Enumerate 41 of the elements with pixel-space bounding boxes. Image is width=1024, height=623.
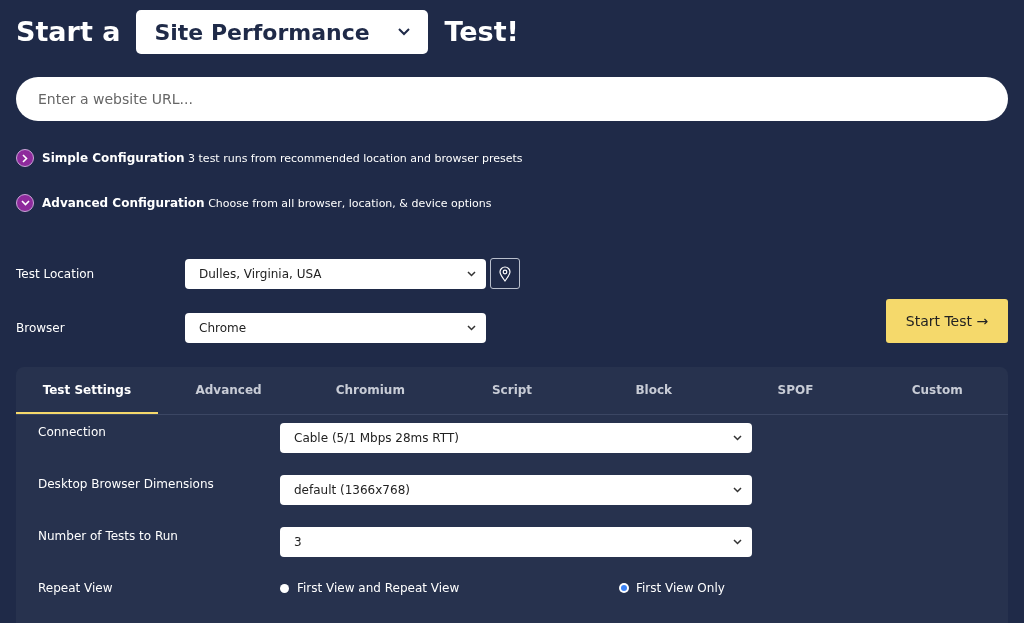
settings-tab[interactable]: Test Settings bbox=[16, 367, 158, 414]
start-test-button[interactable]: Start Test → bbox=[886, 299, 1008, 343]
setting-dropdown[interactable]: 3 bbox=[280, 527, 752, 557]
settings-tab[interactable]: Custom bbox=[866, 367, 1009, 414]
expand-toggle-button[interactable] bbox=[16, 149, 34, 168]
location-dropdown[interactable]: Dulles, Virginia, USA bbox=[185, 258, 486, 289]
setting-dropdown[interactable]: default (1366x768) bbox=[280, 475, 752, 505]
setting-dropdown[interactable]: Cable (5/1 Mbps 28ms RTT) bbox=[280, 423, 752, 453]
test-type-dropdown[interactable]: Site Performance bbox=[136, 10, 429, 54]
chevron-down-icon bbox=[733, 539, 742, 545]
heading-text: Test! bbox=[444, 14, 519, 49]
chevron-down-icon bbox=[467, 270, 476, 277]
chevron-down-icon bbox=[733, 487, 742, 493]
setting-label: Repeat View bbox=[37, 580, 114, 597]
radio-button[interactable] bbox=[280, 583, 289, 593]
url-input-field[interactable]: Enter a website URL... bbox=[16, 77, 1008, 121]
settings-tab[interactable]: Block bbox=[582, 367, 725, 414]
browser-dropdown[interactable]: Chrome bbox=[185, 313, 486, 343]
radio-label: First View Only bbox=[636, 580, 725, 597]
setting-label: Connection bbox=[37, 424, 107, 441]
field-label: Browser bbox=[16, 320, 66, 337]
settings-tab[interactable]: Chromium bbox=[299, 367, 442, 414]
field-label: Test Location bbox=[16, 265, 96, 283]
configuration-option-text: Simple Configuration 3 test runs from recommended location and browser presets bbox=[42, 150, 523, 167]
chevron-right-icon bbox=[22, 153, 28, 163]
chevron-down-icon bbox=[733, 435, 742, 441]
settings-tab[interactable]: Advanced bbox=[157, 367, 300, 414]
chevron-down-icon bbox=[467, 325, 476, 331]
location-map-button[interactable] bbox=[490, 258, 520, 289]
setting-label: Desktop Browser Dimensions bbox=[37, 476, 215, 493]
expand-toggle-button[interactable] bbox=[16, 193, 34, 212]
heading-text: Start a bbox=[16, 14, 121, 49]
chevron-down-icon bbox=[20, 199, 30, 206]
settings-tab[interactable]: SPOF bbox=[724, 367, 867, 414]
radio-button[interactable] bbox=[621, 585, 627, 591]
setting-label: Number of Tests to Run bbox=[37, 528, 179, 545]
radio-label: First View and Repeat View bbox=[297, 580, 460, 597]
settings-tab[interactable]: Script bbox=[441, 367, 583, 414]
chevron-down-icon bbox=[398, 28, 411, 36]
map-pin-icon bbox=[499, 265, 511, 282]
configuration-option-text: Advanced Configuration Choose from all browser, location, & device options bbox=[42, 194, 492, 212]
